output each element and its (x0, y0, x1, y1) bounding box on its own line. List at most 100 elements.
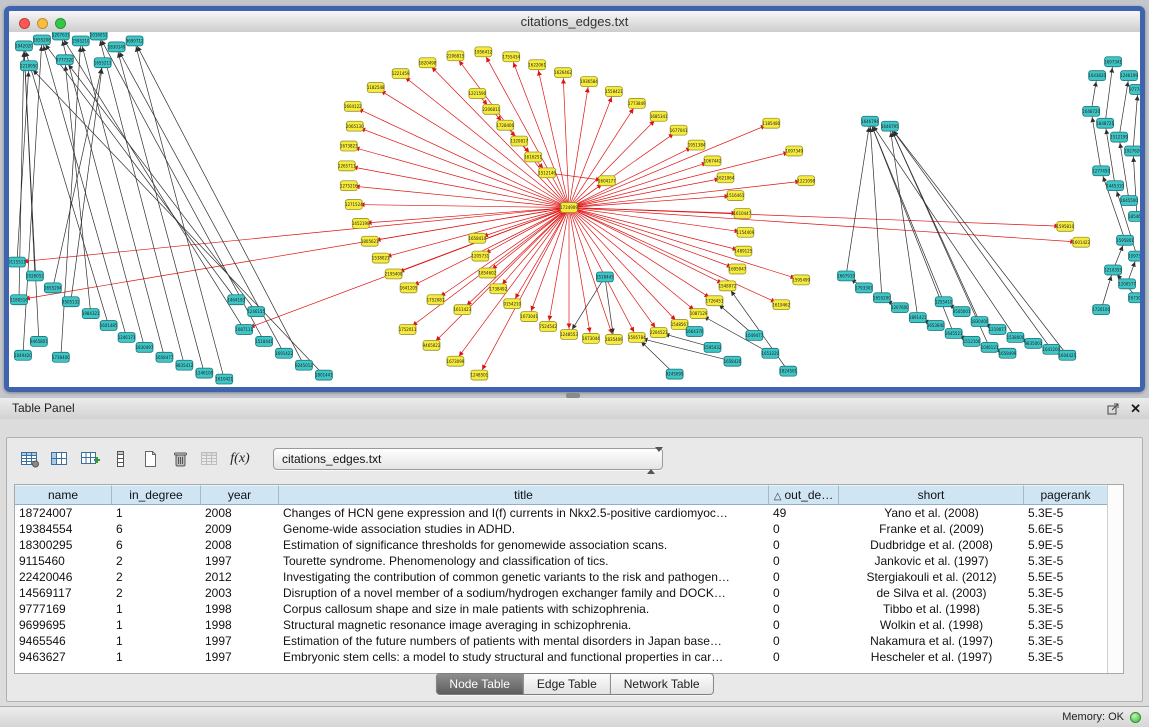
graph-edge[interactable] (117, 47, 205, 373)
tab-edge-table[interactable]: Edge Table (524, 674, 611, 694)
graph-edge[interactable] (569, 208, 1065, 227)
graph-node[interactable]: 1320817 (510, 136, 528, 146)
graph-node[interactable]: 1621064 (717, 173, 735, 183)
graph-node[interactable]: 1820498 (419, 58, 437, 68)
graph-node[interactable]: 2065130 (346, 121, 364, 131)
graph-node[interactable]: 1221459 (392, 69, 410, 79)
graph-node[interactable]: 1185480 (762, 118, 780, 128)
column-icon[interactable] (105, 446, 135, 472)
graph-node[interactable]: 1936584 (580, 77, 598, 87)
graph-node[interactable]: 1601422 (1072, 237, 1090, 247)
graph-node[interactable]: 9777401 (1129, 85, 1140, 95)
graph-node[interactable]: 1648720 (1082, 106, 1100, 116)
graph-node[interactable]: 1942020 (15, 41, 33, 51)
graph-node[interactable]: 1097349 (785, 146, 803, 156)
graph-edge[interactable] (890, 126, 980, 321)
graph-edge[interactable] (846, 121, 870, 276)
graph-node[interactable]: 1805621 (361, 236, 379, 246)
graph-node[interactable]: 1200577 (1118, 279, 1136, 289)
graph-node[interactable]: 1604421 (1058, 350, 1076, 360)
graph-node[interactable]: 1248553 (560, 329, 578, 339)
graph-node[interactable]: 1645500 (1120, 196, 1138, 206)
graph-node[interactable]: 1984321 (82, 309, 100, 319)
graph-node[interactable]: 1601485 (100, 321, 118, 331)
graph-node[interactable]: 1835409 (605, 334, 623, 344)
graph-node[interactable]: 1646795 (881, 121, 899, 131)
graph-node[interactable]: 2195408 (385, 269, 403, 279)
graph-node[interactable]: 1538021 (372, 253, 390, 263)
graph-edge[interactable] (1119, 76, 1129, 137)
graph-node[interactable]: 1664370 (686, 327, 704, 337)
network-window-titlebar[interactable]: citations_edges.txt (9, 11, 1140, 33)
graph-node[interactable]: 1049420 (14, 350, 32, 360)
graph-node[interactable]: 1205731 (471, 251, 489, 261)
graph-node[interactable]: 1830149 (108, 42, 126, 52)
graph-node[interactable]: 1658420 (724, 356, 742, 366)
graph-node[interactable]: 1219050 (20, 61, 38, 71)
graph-node[interactable]: 1645521 (945, 328, 963, 338)
graph-node[interactable]: 1610447 (734, 209, 752, 219)
graph-node[interactable]: 1848721 (1096, 118, 1114, 128)
graph-node[interactable]: 1275216 (340, 181, 358, 191)
graph-node[interactable]: 1658499 (999, 348, 1017, 358)
graph-node[interactable]: 1097300 (1128, 251, 1140, 261)
graph-node[interactable]: 1677041 (670, 125, 688, 135)
graph-edge[interactable] (361, 208, 569, 224)
graph-node[interactable]: 1626462 (554, 68, 572, 78)
graph-node[interactable]: 9777320 (56, 55, 74, 65)
graph-edge[interactable] (61, 35, 244, 330)
graph-node[interactable]: 1595801 (1116, 235, 1134, 245)
graph-node[interactable]: 1927620 (1124, 146, 1140, 156)
graph-node[interactable]: 1046121 (981, 342, 999, 352)
graph-edge[interactable] (569, 116, 659, 207)
graph-edge[interactable] (455, 208, 569, 362)
table-row[interactable]: 1830029562008Estimation of significance … (15, 537, 1123, 553)
graph-node[interactable]: 1697341 (1104, 57, 1122, 67)
graph-node[interactable]: 1277450 (1092, 166, 1110, 176)
graph-node[interactable]: 1255410 (935, 297, 953, 307)
graph-node[interactable]: 1641205 (400, 283, 418, 293)
graph-node[interactable]: 1210355 (1104, 265, 1122, 275)
graph-node[interactable]: 1221590 (468, 89, 486, 99)
graph-node[interactable]: 1087111 (235, 325, 253, 335)
show-columns-icon[interactable] (45, 446, 75, 472)
graph-node[interactable]: 1180516 (10, 295, 28, 305)
graph-node[interactable]: 1773849 (628, 98, 646, 108)
graph-node[interactable]: 1265711 (338, 161, 356, 171)
graph-node[interactable]: 9154210 (503, 299, 521, 309)
graph-node[interactable]: 1673001 (1128, 293, 1140, 303)
graph-node[interactable]: 1951384 (688, 140, 706, 150)
graph-node[interactable]: 1518441 (255, 336, 273, 346)
graph-node[interactable]: 1755434 (502, 52, 520, 62)
graph-node[interactable]: 1246155 (247, 307, 265, 317)
graph-node[interactable]: 1538000 (1007, 332, 1025, 342)
graph-node[interactable]: 1452198 (352, 218, 370, 228)
graph-node[interactable]: 1673823 (340, 141, 358, 151)
tab-node-table[interactable]: Node Table (436, 674, 524, 694)
minimize-window-button[interactable] (37, 18, 48, 29)
graph-node[interactable]: 2016052 (90, 32, 108, 40)
graph-edge[interactable] (71, 63, 103, 302)
close-window-button[interactable] (19, 18, 30, 29)
graph-node[interactable]: 9505132 (62, 297, 80, 307)
graph-edge[interactable] (354, 205, 569, 208)
graph-node[interactable]: 1622061 (528, 60, 546, 70)
graph-node[interactable]: 1658410 (468, 233, 486, 243)
graph-edge[interactable] (381, 208, 569, 259)
new-document-icon[interactable] (135, 446, 165, 472)
graph-node[interactable]: 1518445 (596, 272, 614, 282)
graph-node[interactable]: 1728406 (496, 120, 514, 130)
float-panel-icon[interactable] (1107, 403, 1120, 415)
graph-node[interactable]: 1854602 (478, 268, 496, 278)
graph-node[interactable]: 9835001 (1025, 338, 1043, 348)
graph-node[interactable]: 1830400 (971, 317, 989, 327)
graph-edge[interactable] (890, 126, 918, 317)
graph-node[interactable]: 1726451 (706, 296, 724, 306)
graph-node[interactable]: 1673041 (520, 312, 538, 322)
graph-node[interactable]: 1695947 (729, 264, 747, 274)
graph-node[interactable]: 1219077 (989, 325, 1007, 335)
graph-edge[interactable] (355, 126, 569, 207)
graph-edge[interactable] (24, 46, 35, 276)
graph-node[interactable]: 1246199 (1120, 71, 1138, 81)
graph-node[interactable]: 1516461 (727, 191, 745, 201)
